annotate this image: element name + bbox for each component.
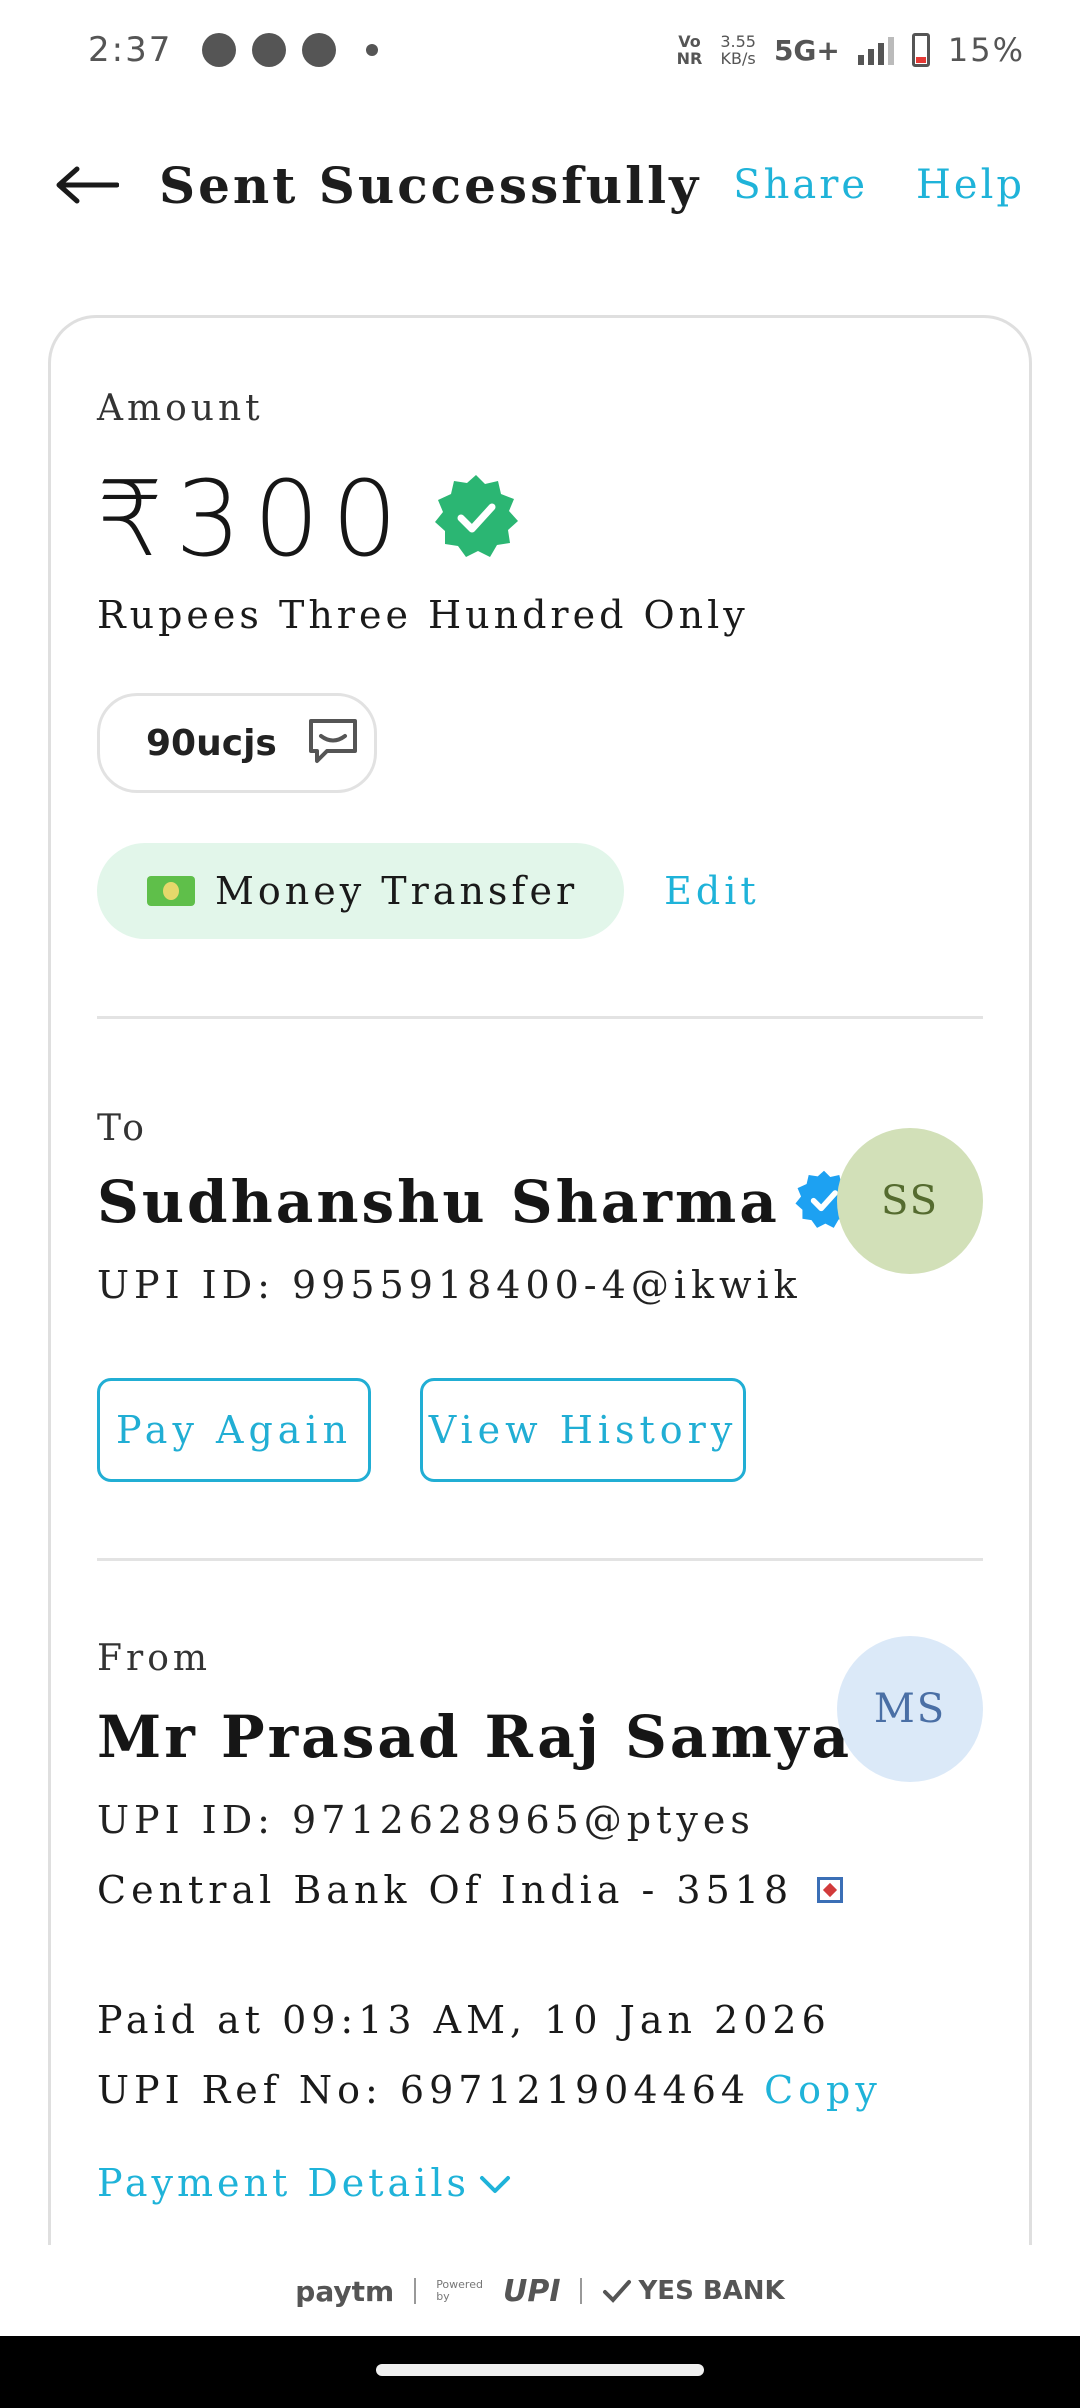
system-nav-bar — [0, 2336, 1080, 2408]
divider — [97, 1558, 983, 1561]
whatsapp-icon — [252, 33, 287, 67]
network-type: 5G+ — [773, 33, 840, 67]
payee-name: Sudhanshu Sharma — [97, 1168, 780, 1236]
volte-top: Vo — [678, 32, 701, 51]
home-gesture-handle[interactable] — [376, 2364, 704, 2376]
category-label: Money Transfer — [215, 869, 579, 913]
category-chip[interactable]: Money Transfer — [97, 843, 625, 939]
payment-note: 90ucjs — [146, 722, 277, 764]
payment-details-label: Payment Details — [97, 2161, 471, 2205]
amount-in-words: Rupees Three Hundred Only — [97, 593, 749, 637]
page-title: Sent Successfully — [159, 155, 702, 215]
notification-icons — [202, 33, 379, 67]
payee-upi-id: UPI ID: 9955918400-4@ikwik — [97, 1263, 802, 1307]
app-grid-icon — [302, 33, 337, 67]
paid-at-timestamp: Paid at 09:13 AM, 10 Jan 2026 — [97, 1998, 831, 2042]
snapchat-icon — [202, 33, 237, 67]
battery-icon — [911, 33, 930, 67]
share-link[interactable]: Share — [733, 162, 868, 208]
payment-receipt-card: Amount ₹300 Rupees Three Hundred Only 90… — [48, 315, 1032, 2275]
money-icon — [147, 876, 195, 906]
upi-ref-number: UPI Ref No: 697121904464 — [97, 2068, 751, 2112]
divider — [580, 2278, 583, 2304]
upi-logo: UPI — [502, 2273, 561, 2309]
system-icons: Vo NR 3.55 KB/s 5G+ 15% — [677, 31, 1025, 69]
status-time: 2:37 — [88, 30, 173, 70]
payer-name: Mr Prasad Raj Samyadin — [97, 1703, 966, 1771]
payer-bank-name: Central Bank Of India - 3518 — [97, 1868, 794, 1912]
chevron-down-icon — [478, 2161, 512, 2205]
yes-bank-text: YES BANK — [638, 2276, 785, 2306]
payee-name-row: Sudhanshu Sharma — [97, 1168, 856, 1236]
status-bar: 2:37 Vo NR 3.55 KB/s 5G+ 15% — [0, 0, 1080, 100]
pay-again-button[interactable]: Pay Again — [97, 1378, 371, 1482]
header-actions: Share Help — [733, 162, 1025, 208]
payee-avatar: SS — [837, 1128, 983, 1274]
amount-label: Amount — [97, 388, 264, 429]
paytm-logo: paytm — [295, 2274, 395, 2308]
back-arrow-icon[interactable] — [55, 160, 119, 210]
divider — [414, 2278, 417, 2304]
check-icon — [603, 2280, 632, 2303]
footer-branding: paytm Powered by UPI YES BANK — [0, 2245, 1080, 2337]
app-header: Sent Successfully Share Help — [0, 130, 1080, 240]
payer-upi-id: UPI ID: 9712628965@ptyes — [97, 1798, 755, 1842]
payment-note-bubble: 90ucjs — [97, 693, 377, 793]
signal-bars-icon — [857, 35, 894, 65]
upi-ref-row: UPI Ref No: 697121904464 Copy — [97, 2068, 882, 2112]
powered-by-text: Powered by — [436, 2279, 483, 2303]
edit-category-link[interactable]: Edit — [664, 869, 760, 913]
from-label: From — [97, 1638, 211, 1679]
speed-value: 3.55 — [720, 32, 756, 51]
powered-line-2: by — [436, 2290, 450, 2303]
yes-bank-logo: YES BANK — [602, 2276, 785, 2306]
payer-bank-row: Central Bank Of India - 3518 — [97, 1868, 844, 1912]
speed-unit: KB/s — [720, 49, 756, 68]
message-icon — [307, 717, 359, 769]
view-history-button[interactable]: View History — [420, 1378, 746, 1482]
amount-row: ₹300 — [97, 458, 522, 580]
payer-avatar: MS — [837, 1636, 983, 1782]
volte-bottom: NR — [676, 49, 703, 68]
amount-value: ₹300 — [97, 458, 410, 580]
bank-logo-icon — [817, 1877, 844, 1903]
copy-ref-link[interactable]: Copy — [764, 2068, 882, 2112]
help-link[interactable]: Help — [916, 162, 1025, 208]
network-speed: 3.55 KB/s — [720, 33, 756, 67]
payment-details-toggle[interactable]: Payment Details — [97, 2161, 512, 2205]
category-row: Money Transfer Edit — [97, 843, 760, 939]
divider — [97, 1016, 983, 1019]
battery-percent: 15% — [947, 31, 1025, 69]
success-check-icon — [430, 471, 522, 567]
more-notifications-dot-icon — [366, 44, 379, 56]
to-label: To — [97, 1108, 148, 1149]
volte-indicator: Vo NR — [677, 33, 703, 67]
